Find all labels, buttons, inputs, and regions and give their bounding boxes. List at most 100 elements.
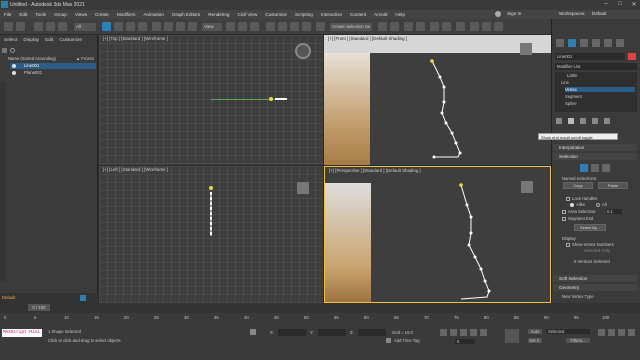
menu-views[interactable]: Views — [71, 12, 91, 17]
list-item[interactable]: Plane001 — [10, 70, 96, 76]
rollout-soft-selection[interactable]: Soft Selection — [553, 275, 637, 282]
auto-key-button[interactable]: Auto — [528, 329, 542, 334]
pin-stack-icon[interactable] — [556, 118, 562, 124]
object-color-swatch[interactable] — [628, 53, 636, 60]
eye-icon[interactable] — [12, 71, 16, 75]
reference-coordinate-dropdown[interactable]: View — [202, 23, 222, 31]
menu-file[interactable]: File — [0, 12, 15, 17]
stack-item-line[interactable]: Line — [561, 80, 569, 85]
go-to-start-icon[interactable] — [440, 329, 447, 336]
select-by-button[interactable]: Select By... — [574, 224, 606, 231]
menu-animation[interactable]: Animation — [139, 12, 167, 17]
segment-end-checkbox[interactable] — [562, 217, 566, 221]
current-frame-field[interactable]: 0 — [455, 339, 475, 344]
menu-content[interactable]: Content — [346, 12, 370, 17]
scene-explorer-icon[interactable] — [404, 22, 413, 31]
user-icon[interactable] — [495, 11, 501, 17]
align-icon[interactable] — [390, 22, 399, 31]
explorer-header[interactable]: Name (Sorted Ascending) — [8, 56, 56, 61]
select-by-name-icon[interactable] — [114, 22, 123, 31]
angle-snap-icon[interactable] — [278, 22, 287, 31]
menu-modifiers[interactable]: Modifiers — [113, 12, 140, 17]
menu-create[interactable]: Create — [91, 12, 113, 17]
time-slider[interactable]: 0 / 100 — [28, 304, 50, 311]
viewport-label[interactable]: [+] [Top ] [Standard ] [Wireframe ] — [103, 36, 168, 41]
copy-button[interactable]: Copy — [563, 182, 593, 189]
previous-frame-icon[interactable] — [450, 329, 457, 336]
workspaces-dropdown[interactable]: Default — [588, 11, 611, 16]
spline-mode-icon[interactable] — [602, 164, 610, 172]
move-icon[interactable] — [152, 22, 161, 31]
utilities-tab-icon[interactable] — [616, 39, 624, 47]
menu-rendering[interactable]: Rendering — [204, 12, 233, 17]
show-end-result-icon[interactable] — [568, 118, 574, 124]
menu-arnold[interactable]: Arnold — [370, 12, 391, 17]
object-name-field[interactable]: Line001 — [555, 53, 625, 60]
zoom-icon[interactable] — [598, 329, 605, 336]
stack-item-segment[interactable]: Segment — [565, 94, 582, 99]
redo-icon[interactable] — [16, 22, 25, 31]
viewcube-icon[interactable] — [295, 43, 311, 59]
menu-group[interactable]: Group — [50, 12, 71, 17]
stack-item-spline[interactable]: Spline — [565, 101, 577, 106]
display-tab-icon[interactable] — [604, 39, 612, 47]
area-selection-value[interactable]: 0.1 — [606, 209, 622, 214]
menu-customize[interactable]: Customize — [261, 12, 291, 17]
viewport-perspective[interactable]: [+] [Perspective ] [Standard ] [Default … — [324, 166, 551, 303]
rollout-geometry[interactable]: Geometry — [553, 284, 637, 291]
show-vertex-numbers-checkbox[interactable] — [566, 243, 570, 247]
stack-item-vertex[interactable]: Vertex — [565, 87, 635, 92]
modify-tab-icon[interactable] — [568, 39, 576, 47]
select-object-icon[interactable] — [102, 22, 111, 31]
modifier-list-dropdown[interactable]: Modifier List — [555, 63, 637, 70]
timeline[interactable]: 0 / 100 0 5 10 15 20 25 30 35 40 45 50 5… — [0, 303, 640, 325]
close-icon[interactable]: ✕ — [630, 1, 638, 8]
curve-editor-icon[interactable] — [430, 22, 439, 31]
render-production-icon[interactable] — [494, 22, 503, 31]
rollout-interpolation[interactable]: Interpolation — [553, 144, 637, 151]
configure-modifier-sets-icon[interactable] — [604, 118, 610, 124]
layer-icon[interactable] — [80, 295, 86, 301]
search-icon[interactable] — [10, 48, 15, 53]
tab-customize[interactable]: Customize — [59, 38, 82, 43]
time-tag-icon[interactable] — [386, 338, 391, 343]
maxscript-listener[interactable]: MAXScript Mini — [2, 329, 42, 337]
menu-tools[interactable]: Tools — [31, 12, 50, 17]
minimize-icon[interactable]: – — [602, 1, 610, 8]
eye-icon[interactable] — [12, 64, 16, 68]
frozen-column-header[interactable]: ▲ Frozen — [76, 56, 94, 61]
bind-spacewarp-icon[interactable] — [58, 22, 67, 31]
make-unique-icon[interactable] — [580, 118, 586, 124]
scale-icon[interactable] — [176, 22, 185, 31]
vertex-mode-icon[interactable] — [580, 164, 588, 172]
spinner-snap-icon[interactable] — [302, 22, 311, 31]
menu-help[interactable]: Help — [391, 12, 408, 17]
percent-snap-icon[interactable] — [290, 22, 299, 31]
maximize-icon[interactable]: □ — [616, 1, 624, 8]
rotate-icon[interactable] — [164, 22, 173, 31]
motion-tab-icon[interactable] — [592, 39, 600, 47]
paste-button[interactable]: Paste — [598, 182, 628, 189]
menu-scripting[interactable]: Scripting — [291, 12, 317, 17]
add-time-tag-button[interactable]: Add Time Tag — [394, 338, 420, 343]
tab-display[interactable]: Display — [23, 38, 39, 43]
rectangle-selection-icon[interactable] — [126, 22, 135, 31]
mirror-icon[interactable] — [378, 22, 387, 31]
name-column-header[interactable]: Name (Sorted Ascending) — [8, 56, 56, 61]
go-to-end-icon[interactable] — [480, 329, 487, 336]
unlink-icon[interactable] — [46, 22, 55, 31]
viewcube-icon[interactable] — [521, 181, 533, 193]
menu-edit[interactable]: Edit — [15, 12, 31, 17]
next-frame-icon[interactable] — [470, 329, 477, 336]
selected-dropdown[interactable]: Selected — [546, 329, 590, 334]
z-coordinate-field[interactable] — [358, 329, 386, 336]
viewcube-icon[interactable] — [520, 43, 532, 55]
track-bar[interactable]: 0 5 10 15 20 25 30 35 40 45 50 55 60 65 … — [0, 313, 640, 325]
selection-filter-dropdown[interactable]: All — [74, 23, 96, 31]
viewcube-icon[interactable] — [297, 182, 309, 194]
create-tab-icon[interactable] — [556, 39, 564, 47]
segment-mode-icon[interactable] — [591, 164, 599, 172]
snaps-toggle-icon[interactable] — [266, 22, 275, 31]
menu-graph-editors[interactable]: Graph Editors — [168, 12, 204, 17]
place-icon[interactable] — [188, 22, 197, 31]
